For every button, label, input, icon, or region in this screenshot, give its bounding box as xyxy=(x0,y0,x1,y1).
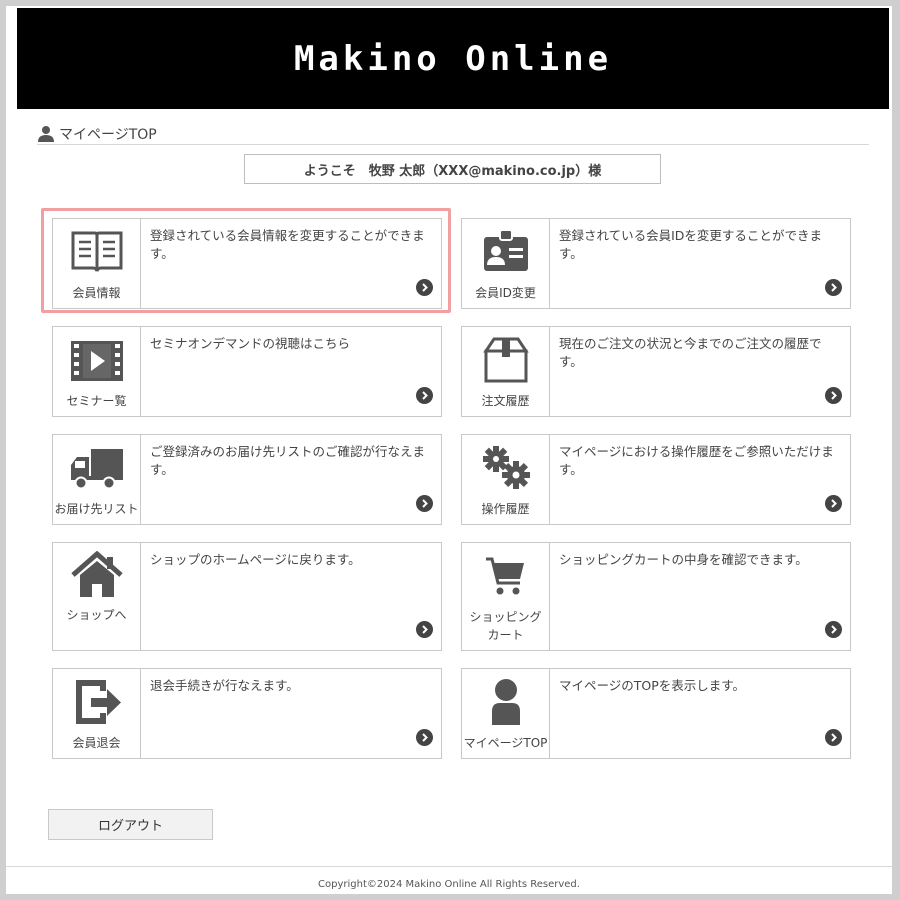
card-icon-column: マイページTOP xyxy=(462,669,550,758)
header-banner: Makino Online xyxy=(17,8,889,109)
chevron-right-icon[interactable] xyxy=(825,279,842,296)
exit-icon xyxy=(76,680,121,724)
breadcrumb-label: マイページTOP xyxy=(59,127,157,143)
card-label: ショッピング カート xyxy=(462,608,549,644)
gears-icon xyxy=(483,446,530,489)
card-description: 退会手続きが行なえます。 xyxy=(150,678,299,693)
card-icon-column: 会員退会 xyxy=(53,669,141,758)
truck-icon xyxy=(71,449,123,490)
card-description: ショップのホームページに戻ります。 xyxy=(150,552,361,567)
card-description: 現在のご注文の状況と今までのご注文の履歴です。 xyxy=(559,336,822,369)
chevron-right-icon[interactable] xyxy=(825,387,842,404)
welcome-text: ようこそ 牧野 太郎（XXX@makino.co.jp）様 xyxy=(303,163,602,179)
film-play-icon xyxy=(71,341,123,381)
card-label: お届け先リスト xyxy=(54,502,139,516)
chevron-right-icon[interactable] xyxy=(416,495,433,512)
card-label: 注文履歴 xyxy=(481,394,530,408)
card-member-info[interactable]: 会員情報 登録されている会員情報を変更することができます。 xyxy=(52,218,442,309)
card-icon-column: お届け先リスト xyxy=(53,435,141,524)
cart-icon xyxy=(486,557,524,595)
card-description: マイページにおける操作履歴をご参照いただけます。 xyxy=(559,444,834,477)
chevron-right-icon[interactable] xyxy=(416,279,433,296)
page-frame: Makino Online マイページTOP ようこそ 牧野 太郎（XXX@ma… xyxy=(6,6,892,894)
chevron-right-icon[interactable] xyxy=(825,621,842,638)
card-icon-column: 操作履歴 xyxy=(462,435,550,524)
person-icon xyxy=(38,126,54,142)
card-label: マイページTOP xyxy=(463,736,548,750)
card-order-history[interactable]: 注文履歴 現在のご注文の状況と今までのご注文の履歴です。 xyxy=(461,326,851,417)
user-icon xyxy=(492,679,520,725)
card-icon-column: セミナー覧 xyxy=(53,327,141,416)
card-description: ご登録済みのお届け先リストのご確認が行なえます。 xyxy=(150,444,426,477)
id-card-icon xyxy=(484,229,528,271)
logout-button[interactable]: ログアウト xyxy=(48,809,213,840)
card-description: 登録されている会員情報を変更することができます。 xyxy=(150,228,425,261)
card-withdraw[interactable]: 会員退会 退会手続きが行なえます。 xyxy=(52,668,442,759)
card-shopping-cart[interactable]: ショッピング カート ショッピングカートの中身を確認できます。 xyxy=(461,542,851,651)
card-icon-column: 会員ID変更 xyxy=(462,219,550,308)
card-description: マイページのTOPを表示します。 xyxy=(559,678,746,693)
card-label-line1: ショッピング xyxy=(469,610,542,624)
card-label: セミナー覧 xyxy=(66,394,127,408)
card-label: ショップへ xyxy=(66,608,127,622)
card-icon-column: ショップへ xyxy=(53,543,141,650)
card-description: ショッピングカートの中身を確認できます。 xyxy=(559,552,808,567)
card-label: 会員情報 xyxy=(72,286,121,300)
card-shop[interactable]: ショップへ ショップのホームページに戻ります。 xyxy=(52,542,442,651)
card-label: 操作履歴 xyxy=(481,502,530,516)
chevron-right-icon[interactable] xyxy=(416,621,433,638)
card-delivery-list[interactable]: お届け先リスト ご登録済みのお届け先リストのご確認が行なえます。 xyxy=(52,434,442,525)
card-icon-column: 会員情報 xyxy=(53,219,141,308)
card-icon-column: 注文履歴 xyxy=(462,327,550,416)
card-description: セミナオンデマンドの視聴はこちら xyxy=(150,336,351,351)
box-icon xyxy=(483,337,529,383)
card-label-line2: カート xyxy=(487,628,524,642)
home-icon xyxy=(71,551,123,597)
site-logo[interactable]: Makino Online xyxy=(294,39,612,79)
card-operation-history[interactable]: 操作履歴 マイページにおける操作履歴をご参照いただけます。 xyxy=(461,434,851,525)
card-mypage-top[interactable]: マイページTOP マイページのTOPを表示します。 xyxy=(461,668,851,759)
copyright-text: Copyright©2024 Makino Online All Rights … xyxy=(318,879,580,890)
breadcrumb: マイページTOP xyxy=(37,124,869,145)
chevron-right-icon[interactable] xyxy=(416,729,433,746)
card-member-id-change[interactable]: 会員ID変更 登録されている会員IDを変更することができます。 xyxy=(461,218,851,309)
book-icon xyxy=(71,231,123,272)
footer-divider xyxy=(6,866,892,867)
card-icon-column: ショッピング カート xyxy=(462,543,550,650)
chevron-right-icon[interactable] xyxy=(825,729,842,746)
card-seminar-list[interactable]: セミナー覧 セミナオンデマンドの視聴はこちら xyxy=(52,326,442,417)
chevron-right-icon[interactable] xyxy=(825,495,842,512)
card-description: 登録されている会員IDを変更することができます。 xyxy=(559,228,822,261)
card-label: 会員ID変更 xyxy=(475,286,536,300)
card-label: 会員退会 xyxy=(72,736,121,750)
chevron-right-icon[interactable] xyxy=(416,387,433,404)
welcome-box: ようこそ 牧野 太郎（XXX@makino.co.jp）様 xyxy=(244,154,661,184)
